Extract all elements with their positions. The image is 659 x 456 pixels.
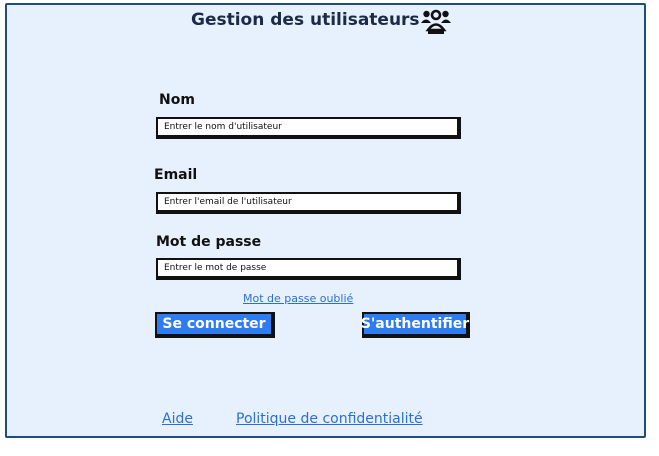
app-window — [5, 3, 646, 438]
name-label: Nom — [159, 92, 195, 108]
authenticate-button[interactable]: S'authentifier — [361, 312, 470, 338]
password-input[interactable]: Entrer le mot de passe — [156, 258, 461, 280]
name-input[interactable]: Entrer le nom d'utilisateur — [156, 117, 461, 139]
password-label: Mot de passe — [156, 234, 262, 250]
login-button[interactable]: Se connecter — [155, 312, 275, 338]
email-input[interactable]: Entrer l'email de l'utilisateur — [156, 192, 461, 214]
privacy-policy-link[interactable]: Politique de confidentialité — [236, 411, 423, 427]
page-title: Gestion des utilisateurs — [191, 10, 420, 30]
users-group-icon — [421, 9, 451, 34]
help-link[interactable]: Aide — [162, 411, 193, 427]
forgot-password-link[interactable]: Mot de passe oublié — [243, 292, 353, 305]
email-label: Email — [154, 167, 198, 183]
